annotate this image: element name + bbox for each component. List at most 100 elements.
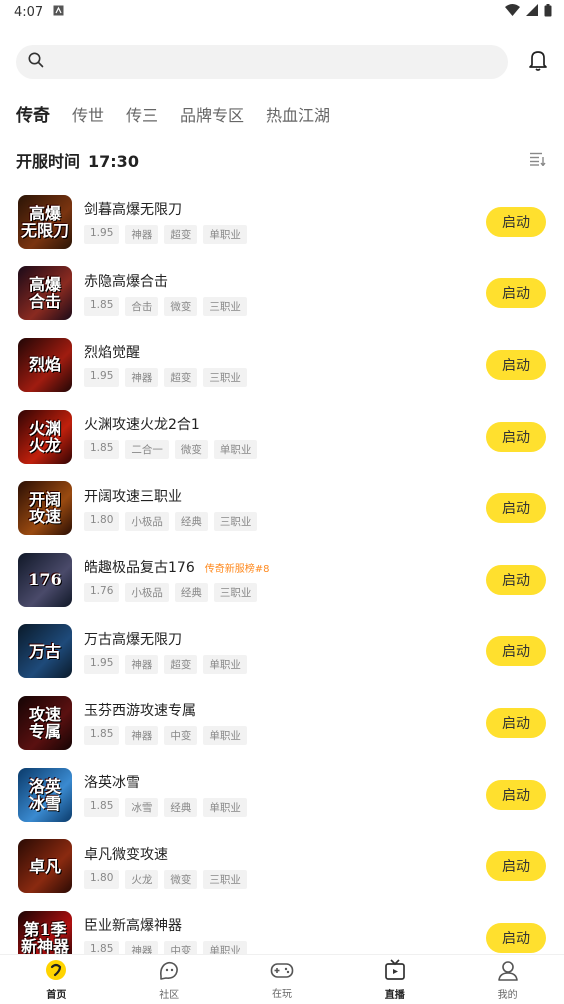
start-button[interactable]: 启动 xyxy=(486,707,546,738)
game-tag: 合击 xyxy=(125,296,159,316)
game-row[interactable]: 高爆 合击 赤隐高爆合击 1.85 合击 微变 三职业 启动 xyxy=(18,258,546,330)
nav-live[interactable]: 直播 xyxy=(338,955,451,1004)
game-title-row: 臣业新高爆神器 xyxy=(84,915,486,935)
start-button[interactable]: 启动 xyxy=(486,564,546,595)
start-button[interactable]: 启动 xyxy=(486,493,546,524)
tab-chuanshi[interactable]: 传世 xyxy=(72,102,104,132)
game-tags: 1.80 小极品 经典 三职业 xyxy=(84,511,486,531)
game-row[interactable]: 万古 万古高爆无限刀 1.95 神器 超变 单职业 启动 xyxy=(18,616,546,688)
game-row[interactable]: 烈焰 烈焰觉醒 1.95 神器 超变 三职业 启动 xyxy=(18,329,546,401)
search-input[interactable] xyxy=(16,45,508,79)
game-icon-art: 卓凡 xyxy=(28,856,61,876)
game-row[interactable]: 176 皓趣极品复古176 传奇新服榜#8 1.76 小极品 经典 三职业 启动 xyxy=(18,544,546,616)
game-row[interactable]: 火渊 火龙 火渊攻速火龙2合1 1.85 二合一 微变 单职业 启动 xyxy=(18,401,546,473)
open-time-row: 开服时间 17:30 xyxy=(0,132,564,174)
game-row[interactable]: 攻速 专属 玉芬西游攻速专属 1.85 神器 中变 单职业 启动 xyxy=(18,687,546,759)
game-tag: 神器 xyxy=(125,225,159,245)
game-tag: 单职业 xyxy=(203,225,247,245)
rank-badge[interactable]: 传奇新服榜#8 xyxy=(205,560,270,575)
nav-home[interactable]: 首页 xyxy=(0,955,113,1004)
game-icon[interactable]: 高爆 无限刀 xyxy=(18,194,72,249)
bell-icon xyxy=(528,49,548,75)
nav-playing[interactable]: 在玩 xyxy=(226,955,339,1004)
game-tag: 微变 xyxy=(174,440,208,460)
notification-button[interactable] xyxy=(508,49,548,75)
tab-chuanqi[interactable]: 传奇 xyxy=(16,101,50,132)
game-tag: 中变 xyxy=(164,726,198,746)
game-icon[interactable]: 卓凡 xyxy=(18,839,72,894)
game-icon-art: 攻速 专属 xyxy=(28,704,61,741)
game-tags: 1.95 神器 超变 单职业 xyxy=(84,225,486,245)
nav-community[interactable]: 社区 xyxy=(113,955,226,1004)
start-button[interactable]: 启动 xyxy=(486,278,546,309)
start-button[interactable]: 启动 xyxy=(486,922,546,953)
game-row[interactable]: 洛英 冰雪 洛英冰雪 1.85 冰雪 经典 单职业 启动 xyxy=(18,759,546,831)
game-tags: 1.95 神器 超变 单职业 xyxy=(84,654,486,674)
game-tags: 1.85 冰雪 经典 单职业 xyxy=(84,798,486,818)
game-title-row: 万古高爆无限刀 xyxy=(84,629,486,649)
game-row[interactable]: 开阔 攻速 开阔攻速三职业 1.80 小极品 经典 三职业 启动 xyxy=(18,472,546,544)
nav-profile-label: 我的 xyxy=(497,989,518,1001)
game-tag: 单职业 xyxy=(213,440,258,460)
tab-chuansan[interactable]: 传三 xyxy=(126,102,158,132)
game-icon[interactable]: 万古 xyxy=(18,624,72,679)
signal-icon xyxy=(526,4,538,20)
game-icon[interactable]: 攻速 专属 xyxy=(18,695,72,750)
game-info: 赤隐高爆合击 1.85 合击 微变 三职业 xyxy=(84,271,486,316)
game-icon-art: 开阔 攻速 xyxy=(28,490,61,527)
game-title: 玉芬西游攻速专属 xyxy=(84,703,196,720)
game-tag: 冰雪 xyxy=(125,798,159,818)
game-icon[interactable]: 烈焰 xyxy=(18,337,72,392)
game-title-row: 开阔攻速三职业 xyxy=(84,486,486,506)
game-icon[interactable]: 洛英 冰雪 xyxy=(18,767,72,822)
start-button[interactable]: 启动 xyxy=(486,851,546,882)
game-title: 洛英冰雪 xyxy=(84,775,140,792)
game-title: 皓趣极品复古176 xyxy=(84,560,195,577)
game-icon-art: 烈焰 xyxy=(28,355,61,375)
nav-profile[interactable]: 我的 xyxy=(451,955,564,1004)
game-icon[interactable]: 176 xyxy=(18,552,72,607)
start-button[interactable]: 启动 xyxy=(486,779,546,810)
open-time-value: 17:30 xyxy=(88,152,139,171)
game-tag: 超变 xyxy=(164,368,198,388)
game-icon[interactable]: 开阔 攻速 xyxy=(18,481,72,536)
game-row[interactable]: 高爆 无限刀 剑暮高爆无限刀 1.95 神器 超变 单职业 启动 xyxy=(18,186,546,258)
game-score: 1.85 xyxy=(84,440,120,460)
game-title-row: 赤隐高爆合击 xyxy=(84,271,486,291)
game-icon-art: 高爆 合击 xyxy=(28,275,61,312)
start-button[interactable]: 启动 xyxy=(486,349,546,380)
game-score: 1.76 xyxy=(84,583,120,603)
game-tag: 经典 xyxy=(174,511,208,531)
status-time: 4:07 xyxy=(14,4,44,20)
start-button[interactable]: 启动 xyxy=(486,206,546,237)
game-tags: 1.85 合击 微变 三职业 xyxy=(84,296,486,316)
gamepad-icon xyxy=(270,960,294,983)
game-score: 1.80 xyxy=(84,869,120,889)
game-info: 剑暮高爆无限刀 1.95 神器 超变 单职业 xyxy=(84,199,486,245)
game-info: 火渊攻速火龙2合1 1.85 二合一 微变 单职业 xyxy=(84,414,486,460)
community-icon xyxy=(158,959,180,984)
game-row[interactable]: 卓凡 卓凡微变攻速 1.80 火龙 微变 三职业 启动 xyxy=(18,830,546,902)
tab-brand-zone[interactable]: 品牌专区 xyxy=(180,102,244,132)
game-tag: 单职业 xyxy=(203,726,247,746)
game-score: 1.95 xyxy=(84,654,120,674)
game-list: 高爆 无限刀 剑暮高爆无限刀 1.95 神器 超变 单职业 启动 高爆 合击 赤隐高爆合击 1.85 合… xyxy=(0,174,564,974)
open-time: 开服时间 17:30 xyxy=(16,148,139,172)
game-icon[interactable]: 火渊 火龙 xyxy=(18,409,72,464)
tab-rexue-jianghu[interactable]: 热血江湖 xyxy=(266,102,330,132)
search-row xyxy=(0,24,564,86)
sort-list-icon[interactable] xyxy=(530,151,546,170)
game-tag: 微变 xyxy=(164,296,198,316)
game-tag: 三职业 xyxy=(203,869,247,889)
start-button[interactable]: 启动 xyxy=(486,421,546,452)
game-icon-art: 高爆 无限刀 xyxy=(20,203,69,240)
game-tag: 小极品 xyxy=(125,583,169,603)
game-tag: 神器 xyxy=(125,726,159,746)
game-title-row: 火渊攻速火龙2合1 xyxy=(84,414,486,434)
game-tag: 超变 xyxy=(164,225,198,245)
start-button[interactable]: 启动 xyxy=(486,636,546,667)
game-title-row: 洛英冰雪 xyxy=(84,772,486,792)
game-title-row: 烈焰觉醒 xyxy=(84,342,486,362)
game-icon[interactable]: 高爆 合击 xyxy=(18,266,72,321)
search-icon xyxy=(28,52,44,72)
